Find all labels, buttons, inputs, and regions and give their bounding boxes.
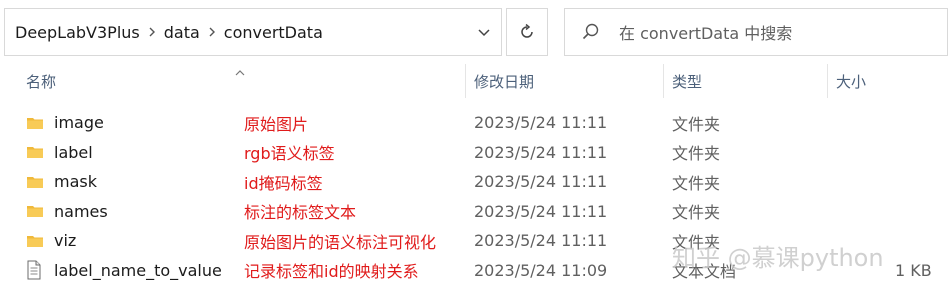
annotation-note: 原始图片的语义标注可视化 [244,232,437,252]
file-type: 文件夹 [672,173,721,193]
column-header-type[interactable]: 类型 [672,62,702,100]
file-row-label[interactable]: label rgb语义标签 2023/5/24 11:11 文件夹 [0,138,951,168]
sort-ascending-icon [234,62,246,81]
file-name: names [54,201,108,221]
text-file-icon [26,256,46,286]
annotation-note: 原始图片 [244,114,309,134]
file-size: 1 KB [895,260,932,280]
date-modified: 2023/5/24 11:11 [474,201,608,221]
chevron-down-icon[interactable] [469,19,499,47]
file-row-label-name-to-value[interactable]: label_name_to_value 记录标签和id的映射关系 2023/5/… [0,256,951,286]
breadcrumb-item-convertdata[interactable]: convertData [224,23,323,42]
file-name: mask [54,172,97,192]
annotation-note: 记录标签和id的映射关系 [244,262,419,282]
annotation-note: rgb语义标签 [244,144,335,164]
file-name: image [54,113,104,133]
file-row-viz[interactable]: viz 原始图片的语义标注可视化 2023/5/24 11:11 文件夹 [0,226,951,256]
file-type: 文本文档 [672,262,737,282]
date-modified: 2023/5/24 11:11 [474,231,608,251]
address-toolbar: DeepLabV3Plus data convertData 在 convert… [0,0,951,64]
file-type: 文件夹 [672,114,721,134]
search-icon [581,21,603,43]
column-divider[interactable] [827,64,828,98]
address-bar[interactable]: DeepLabV3Plus data convertData [4,8,502,56]
date-modified: 2023/5/24 11:09 [474,260,608,280]
file-row-image[interactable]: image 原始图片 2023/5/24 11:11 文件夹 [0,108,951,138]
chevron-right-icon[interactable] [140,24,164,40]
column-headers: 名称 修改日期 类型 大小 [0,62,951,100]
chevron-right-icon[interactable] [200,24,224,40]
column-header-size[interactable]: 大小 [836,62,866,100]
file-name: label [54,142,93,162]
column-divider[interactable] [465,64,466,98]
search-placeholder: 在 convertData 中搜索 [619,24,793,43]
column-header-date[interactable]: 修改日期 [474,62,534,100]
folder-icon [26,167,46,197]
date-modified: 2023/5/24 11:11 [474,142,608,162]
file-row-names[interactable]: names 标注的标签文本 2023/5/24 11:11 文件夹 [0,197,951,227]
annotation-note: id掩码标签 [244,173,323,193]
breadcrumb: DeepLabV3Plus data convertData [15,9,323,55]
breadcrumb-item-data[interactable]: data [164,23,200,42]
file-row-mask[interactable]: mask id掩码标签 2023/5/24 11:11 文件夹 [0,167,951,197]
date-modified: 2023/5/24 11:11 [474,113,608,133]
breadcrumb-item-deeplabv3plus[interactable]: DeepLabV3Plus [15,23,140,42]
folder-icon [26,108,46,138]
folder-icon [26,197,46,227]
column-divider[interactable] [663,64,664,98]
refresh-button[interactable] [506,8,548,56]
file-type: 文件夹 [672,232,721,252]
refresh-icon [521,23,533,38]
annotation-note: 标注的标签文本 [244,203,357,223]
folder-icon [26,226,46,256]
search-box[interactable]: 在 convertData 中搜索 [564,8,948,56]
file-type: 文件夹 [672,203,721,223]
file-name: viz [54,231,77,251]
date-modified: 2023/5/24 11:11 [474,172,608,192]
folder-icon [26,138,46,168]
file-name: label_name_to_value [54,260,222,280]
column-header-name[interactable]: 名称 [26,62,56,100]
file-type: 文件夹 [672,144,721,164]
file-list: image 原始图片 2023/5/24 11:11 文件夹 label rgb… [0,108,951,285]
